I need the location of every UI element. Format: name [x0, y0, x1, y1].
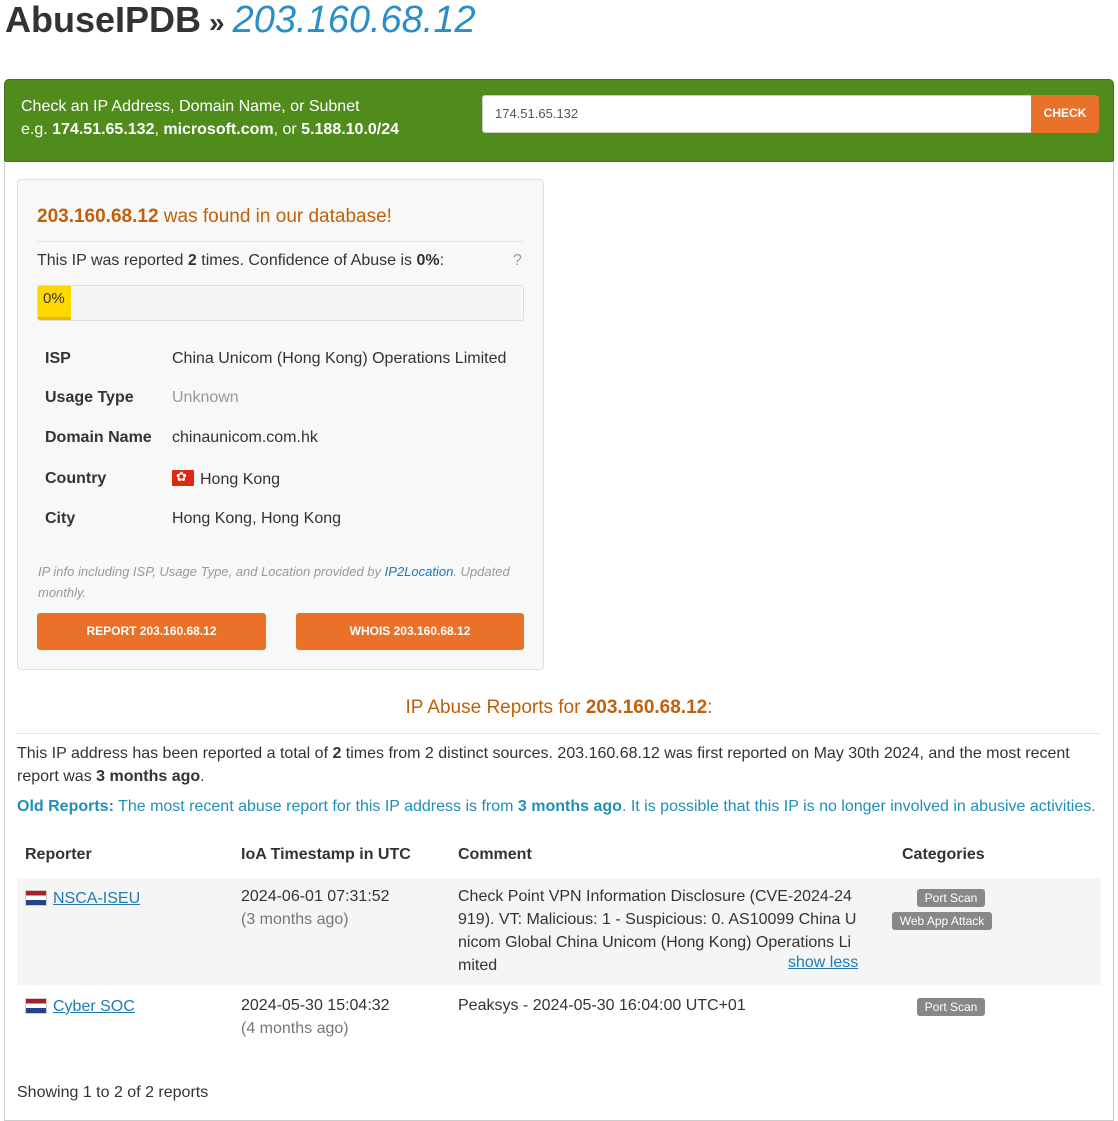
- column-header-reporter[interactable]: Reporter: [25, 846, 92, 864]
- show-less-link[interactable]: show less: [788, 954, 858, 972]
- reports-summary: This IP address has been reported a tota…: [17, 742, 1101, 788]
- help-icon[interactable]: ?: [513, 252, 522, 270]
- showing-count: Showing 1 to 2 of 2 reports: [17, 1084, 209, 1101]
- reported-mid: times. Confidence of Abuse is: [196, 252, 417, 269]
- netherlands-flag-icon: [25, 998, 47, 1014]
- report-ip-button[interactable]: REPORT 203.160.68.12: [37, 613, 266, 650]
- reporter-link[interactable]: Cyber SOC: [53, 998, 135, 1015]
- comment-line: nicom Global China Unicom (Hong Kong) Op…: [458, 934, 852, 951]
- reports-title-suffix: :: [707, 697, 713, 718]
- comment-line: Peaksys - 2024-05-30 16:04:00 UTC+01: [458, 997, 746, 1014]
- divider: [17, 733, 1101, 734]
- search-hint-line2: e.g. 174.51.65.132, microsoft.com, or 5.…: [21, 118, 399, 141]
- comment-line: 919). VT: Malicious: 1 - Suspicious: 0. …: [458, 911, 857, 928]
- report-summary-line: This IP was reported 2 times. Confidence…: [37, 252, 444, 270]
- old-reports-label: Old Reports:: [17, 798, 114, 815]
- ip2location-link[interactable]: IP2Location: [385, 564, 454, 579]
- hong-kong-flag-icon: [172, 468, 194, 486]
- search-input[interactable]: 174.51.65.132: [482, 95, 1032, 133]
- reported-suffix: :: [439, 252, 445, 269]
- old-reports-text: . It is possible that this IP is no long…: [621, 798, 1096, 815]
- summary-recent: 3 months ago: [96, 768, 201, 785]
- found-heading: 203.160.68.12 was found in our database!: [37, 206, 392, 228]
- reported-prefix: This IP was reported: [37, 252, 188, 269]
- hint-or: , or: [273, 121, 302, 138]
- isp-value: China Unicom (Hong Kong) Operations Limi…: [172, 350, 507, 367]
- city-value: Hong Kong, Hong Kong: [172, 510, 342, 527]
- isp-label: ISP: [45, 350, 71, 367]
- confidence-progress-label: 0%: [43, 290, 65, 307]
- netherlands-flag-icon: [25, 890, 47, 906]
- usage-type-label: Usage Type: [45, 389, 134, 406]
- example-subnet: 5.188.10.0/24: [301, 121, 400, 138]
- timestamp-cell: 2024-05-30 15:04:32 (4 months ago): [241, 994, 390, 1040]
- usage-type-value: Unknown: [172, 389, 239, 406]
- search-bar: Check an IP Address, Domain Name, or Sub…: [4, 79, 1114, 162]
- title-ip: 203.160.68.12: [232, 0, 476, 41]
- provider-note: IP info including ISP, Usage Type, and L…: [38, 561, 518, 603]
- summary-text: .: [200, 768, 205, 785]
- summary-text: This IP address has been reported a tota…: [17, 745, 333, 762]
- divider: [37, 241, 524, 242]
- page-title: AbuseIPDB » 203.160.68.12: [5, 0, 476, 45]
- hint-prefix: e.g.: [21, 121, 53, 138]
- example-ip: 174.51.65.132: [52, 121, 155, 138]
- old-reports-text: The most recent abuse report for this IP…: [113, 798, 518, 815]
- domain-name-label: Domain Name: [45, 429, 152, 446]
- column-header-comment[interactable]: Comment: [458, 846, 532, 864]
- confidence-progress: 0%: [37, 285, 524, 321]
- timestamp: 2024-05-30 15:04:32: [241, 997, 390, 1014]
- timestamp: 2024-06-01 07:31:52: [241, 888, 390, 905]
- title-separator: »: [209, 7, 225, 38]
- old-reports-recent: 3 months ago: [517, 798, 622, 815]
- old-reports-notice: Old Reports: The most recent abuse repor…: [17, 798, 1107, 816]
- column-header-categories[interactable]: Categories: [902, 846, 985, 864]
- timestamp-cell: 2024-06-01 07:31:52 (3 months ago): [241, 885, 390, 931]
- country-label: Country: [45, 470, 107, 487]
- country-name: Hong Kong: [200, 471, 281, 488]
- reports-heading: IP Abuse Reports for 203.160.68.12:: [0, 697, 1118, 719]
- whois-ip-button[interactable]: WHOIS 203.160.68.12: [296, 613, 524, 650]
- relative-time: (3 months ago): [241, 911, 349, 928]
- reports-title-ip: 203.160.68.12: [585, 697, 708, 718]
- domain-name-value: chinaunicom.com.hk: [172, 429, 318, 446]
- search-hint-line1: Check an IP Address, Domain Name, or Sub…: [21, 98, 360, 115]
- found-ip: 203.160.68.12: [37, 206, 159, 227]
- confidence-value: 0%: [416, 252, 440, 269]
- category-badge: Port Scan: [917, 998, 985, 1016]
- reports-title-prefix: IP Abuse Reports for: [405, 697, 586, 718]
- reporter-link[interactable]: NSCA-ISEU: [53, 890, 140, 907]
- reporter-cell: NSCA-ISEU: [25, 887, 140, 910]
- report-count: 2: [187, 252, 197, 269]
- country-value: Hong Kong: [172, 468, 281, 489]
- found-suffix: was found in our database!: [158, 206, 392, 227]
- provider-note-prefix: IP info including ISP, Usage Type, and L…: [38, 564, 385, 579]
- brand-name[interactable]: AbuseIPDB: [5, 0, 201, 40]
- category-badge: Web App Attack: [892, 912, 992, 930]
- column-header-timestamp[interactable]: IoA Timestamp in UTC: [241, 846, 411, 864]
- city-label: City: [45, 510, 76, 527]
- search-hint: Check an IP Address, Domain Name, or Sub…: [21, 95, 399, 141]
- category-badge: Port Scan: [917, 889, 985, 907]
- relative-time: (4 months ago): [241, 1020, 349, 1037]
- reporter-cell: Cyber SOC: [25, 995, 135, 1018]
- check-button[interactable]: CHECK: [1031, 95, 1099, 133]
- example-domain: microsoft.com: [163, 121, 274, 138]
- comment-line: Check Point VPN Information Disclosure (…: [458, 888, 852, 905]
- comment-cell: Peaksys - 2024-05-30 16:04:00 UTC+01: [458, 994, 746, 1017]
